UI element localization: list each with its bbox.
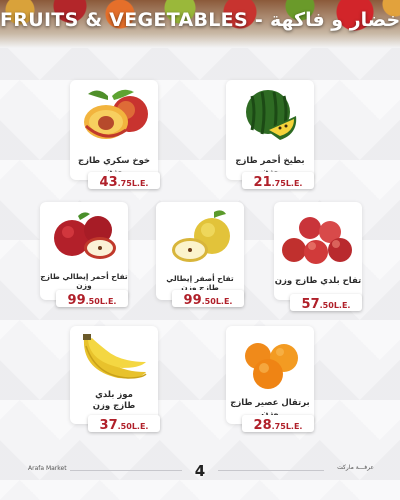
product-name: تفاح بلدي طازج وزن [274, 276, 362, 286]
product-card-watermelon[interactable]: بطيخ أحمر طازج وزن [226, 80, 314, 180]
page-title: FRUITS & VEGETABLES - خضار و فاكهة [0, 9, 400, 31]
product-name: تفاح أحمر إيطالي طازج وزن [40, 272, 128, 291]
price-tag: 21.75L.E. [242, 172, 314, 190]
footer-brand-en: Arafa Market [28, 465, 67, 472]
product-card-banana[interactable]: موز بلدي طازج وزن [70, 326, 158, 424]
page-number: 4 [194, 462, 206, 480]
price-tag: 43.75L.E. [88, 172, 160, 190]
banana-image [83, 334, 147, 379]
product-card-orange[interactable]: برتقال عصير طازج وزن [226, 326, 314, 424]
product-card-yellow-apple[interactable]: تفاح أصفر إيطالي طازج وزن [156, 202, 244, 300]
local-apple-image [282, 217, 352, 264]
price-tag: 99.50L.E. [172, 290, 244, 308]
footer-brand-ar: عرفـــة ماركت [337, 464, 374, 471]
product-card-red-apple[interactable]: تفاح أحمر إيطالي طازج وزن [40, 202, 128, 300]
footer-divider-left [70, 470, 182, 471]
product-name-line1: موز بلدي [95, 390, 133, 400]
product-card-local-apple[interactable]: تفاح بلدي طازج وزن [274, 202, 362, 300]
price-tag: 37.50L.E. [88, 415, 160, 433]
yellow-apple-image [172, 210, 230, 262]
red-apple-image [54, 212, 116, 259]
watermelon-image [246, 90, 297, 140]
price-tag: 28.75L.E. [242, 415, 314, 433]
product-card-peach[interactable]: خوخ سكري طازج وزن [70, 80, 158, 180]
footer-divider-right [218, 470, 324, 471]
price-tag: 99.50L.E. [56, 290, 128, 308]
price-tag: 57.50L.E. [290, 294, 362, 312]
orange-image [245, 343, 298, 389]
header-banner: FRUITS & VEGETABLES - خضار و فاكهة [0, 0, 400, 48]
peach-image [84, 89, 148, 139]
product-name-line2: طازج وزن [92, 401, 136, 411]
